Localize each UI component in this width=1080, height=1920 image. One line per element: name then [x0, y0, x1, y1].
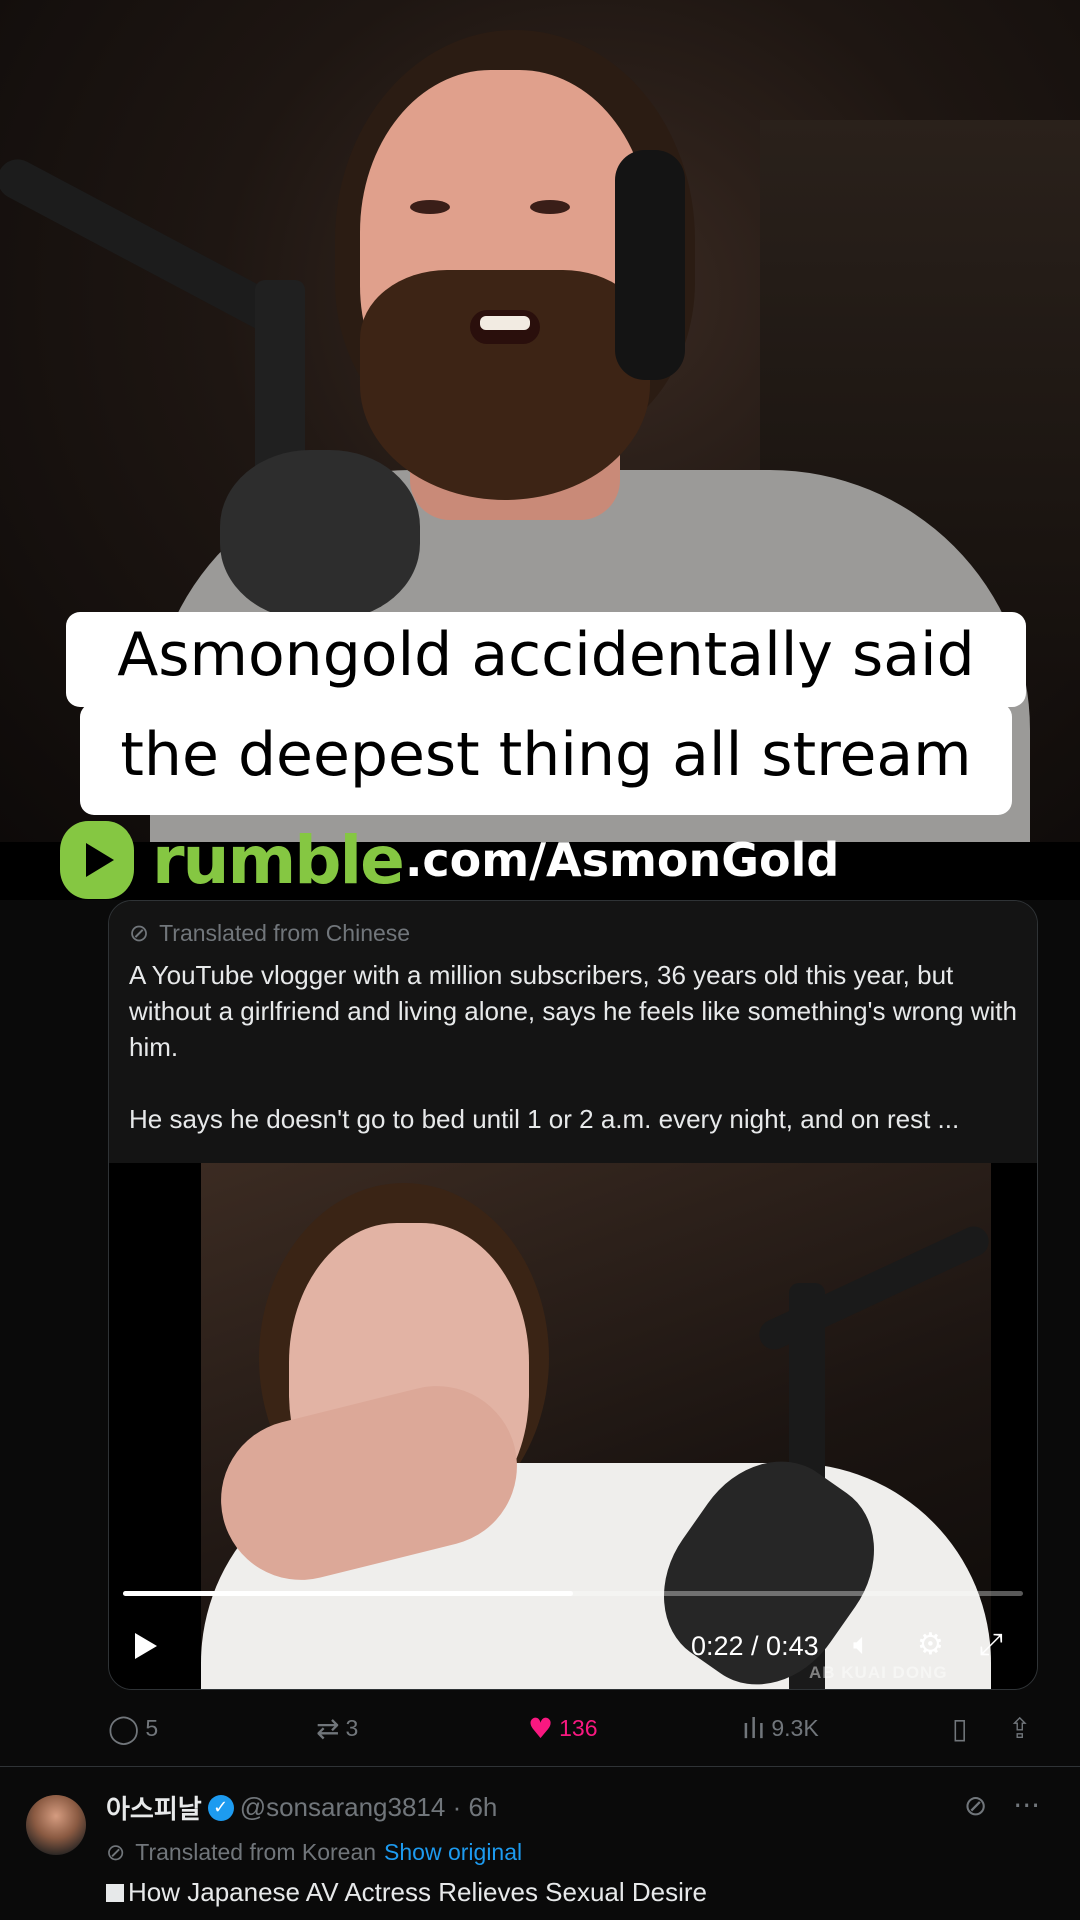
bookmark-icon: ▯ [952, 1712, 968, 1745]
more-options-icon[interactable]: ··· [1013, 1789, 1040, 1822]
share-action[interactable]: ⇪ [1008, 1712, 1037, 1745]
like-action[interactable]: ♥ 136 [528, 1712, 597, 1745]
caption-line-2: the deepest thing all stream [80, 703, 1012, 815]
like-count: 136 [559, 1715, 598, 1741]
square-bullet-icon [106, 1884, 124, 1902]
translated-label: Translated from Chinese [159, 919, 411, 946]
repost-icon: ⇄ [316, 1712, 340, 1745]
embedded-video[interactable]: 0:22 / 0:43 🔈︎ ⚙︎ ⤢ AB KUAI DONG [109, 1163, 1037, 1689]
video-watermark: AB KUAI DONG [809, 1663, 948, 1682]
video-progress-bar[interactable] [123, 1591, 1023, 1596]
quoted-paragraph-1: A YouTube vlogger with a million subscri… [129, 960, 1017, 1062]
reply-author-name[interactable]: 아스피날 [106, 1789, 202, 1826]
streamer-eye-right [530, 200, 570, 214]
translated-from-chinese: ⊘ Translated from Chinese [129, 917, 1019, 949]
translate-small-icon: ⊘ [106, 1839, 126, 1865]
reply-count: 5 [145, 1715, 159, 1741]
rumble-url: .com/AsmonGold [404, 833, 840, 887]
quoted-post-card[interactable]: ⊘ Translated from Chinese A YouTube vlog… [108, 900, 1038, 1690]
avatar[interactable] [26, 1795, 86, 1855]
settings-gear-icon[interactable]: ⚙︎ [917, 1627, 944, 1662]
reply-post-header: 아스피날 ✓ @sonsarang3814 · 6h [106, 1789, 497, 1826]
heart-icon: ♥ [528, 1712, 554, 1745]
streamer-teeth [480, 316, 530, 330]
play-icon[interactable] [135, 1633, 157, 1659]
quoted-paragraph-2: He says he doesn't go to bed until 1 or … [129, 1104, 960, 1134]
reply-post-body: How Japanese AV Actress Relieves Sexual … [106, 1877, 707, 1908]
translate-icon[interactable]: ⊘ [964, 1789, 987, 1822]
caption-line-1: Asmongold accidentally said [66, 612, 1026, 707]
streamer-beard [360, 270, 650, 500]
translated-korean-label: Translated from Korean [135, 1839, 377, 1865]
headphones [615, 150, 685, 380]
views-bar-chart-icon: ılı [742, 1712, 766, 1745]
reply-post[interactable]: 아스피날 ✓ @sonsarang3814 · 6h ⊘ ··· ⊘ Trans… [0, 1767, 1080, 1920]
bookmark-action[interactable]: ▯ [952, 1712, 973, 1745]
streamer-eye-left [410, 200, 450, 214]
quoted-post-body: A YouTube vlogger with a million subscri… [129, 957, 1019, 1137]
quoted-post-text: ⊘ Translated from Chinese A YouTube vlog… [109, 901, 1037, 1163]
volume-icon[interactable]: 🔈︎ [853, 1627, 871, 1662]
verified-badge-icon: ✓ [207, 1794, 234, 1821]
reply-bubble-icon: ◯ [108, 1712, 140, 1745]
reply-body-text: How Japanese AV Actress Relieves Sexual … [128, 1877, 708, 1907]
translate-icon: ⊘ [129, 919, 150, 947]
show-original-link[interactable]: Show original [384, 1839, 522, 1866]
rumble-wordmark: rumble [152, 821, 405, 899]
fullscreen-icon[interactable]: ⤢ [979, 1627, 1003, 1662]
video-time: 0:22 / 0:43 [691, 1631, 819, 1661]
share-icon: ⇪ [1008, 1712, 1032, 1745]
translated-from-korean: ⊘ Translated from Korean Show original [106, 1839, 522, 1866]
reply-post-tools: ⊘ ··· [964, 1789, 1040, 1822]
views-action[interactable]: ılı 9.3K [742, 1712, 819, 1745]
rumble-logo-icon [60, 821, 134, 899]
microphone [220, 450, 420, 620]
reply-action[interactable]: ◯ 5 [108, 1712, 158, 1745]
reply-author-handle[interactable]: @sonsarang3814 · 6h [240, 1792, 498, 1823]
repost-count: 3 [345, 1715, 359, 1741]
view-count: 9.3K [771, 1715, 819, 1741]
rumble-banner: rumble .com/AsmonGold [60, 820, 839, 900]
video-progress-fill [123, 1591, 573, 1596]
repost-action[interactable]: ⇄ 3 [316, 1712, 358, 1745]
